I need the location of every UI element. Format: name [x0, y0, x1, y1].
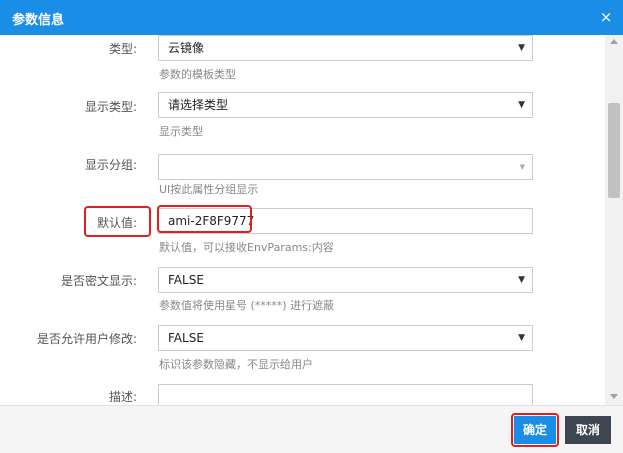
dialog-titlebar: 参数信息 ×	[0, 0, 623, 35]
highlight-box-label	[84, 206, 151, 237]
type-select[interactable]: 云镜像 ▼	[158, 35, 533, 61]
description-label: 描述:	[108, 390, 137, 404]
dialog-footer: 确定 取消	[0, 405, 623, 453]
display-type-hint: 显示类型	[159, 125, 203, 138]
scrollbar-thumb[interactable]	[608, 103, 620, 198]
close-icon[interactable]: ×	[595, 6, 617, 28]
form-content: 类型: 云镜像 ▼ 参数的模板类型 显示类型: 请选择类型 ▼ 显示类型 显示分…	[0, 35, 623, 405]
display-group-label: 显示分组:	[84, 158, 137, 172]
display-type-select[interactable]: 请选择类型 ▼	[158, 92, 533, 118]
display-group-hint: UI按此属性分组显示	[159, 183, 259, 196]
display-type-select-value: 请选择类型	[168, 98, 229, 112]
highlight-box-input	[157, 205, 252, 233]
confirm-button[interactable]: 确定	[514, 416, 556, 444]
allow-user-edit-label: 是否允许用户修改:	[36, 332, 137, 346]
chevron-down-icon: ▼	[518, 100, 525, 110]
type-hint: 参数的模板类型	[159, 68, 236, 81]
chevron-down-icon: ▼	[518, 43, 525, 53]
type-label: 类型:	[108, 42, 137, 56]
chevron-down-icon: ▼	[518, 275, 525, 285]
scrollbar[interactable]	[605, 35, 623, 405]
chevron-down-icon: ▼	[518, 333, 525, 343]
scroll-up-arrow-icon[interactable]	[610, 39, 618, 44]
default-value-hint: 默认值，可以接收EnvParams:内容	[159, 241, 334, 254]
chevron-down-icon: ▼	[519, 163, 525, 171]
allow-user-edit-select-value: FALSE	[168, 331, 204, 345]
cipher-display-label: 是否密文显示:	[60, 274, 137, 288]
cipher-display-select-value: FALSE	[168, 273, 204, 287]
description-textarea[interactable]	[158, 384, 533, 405]
allow-user-edit-hint: 标识该参数隐藏，不显示给用户	[159, 358, 313, 371]
display-group-select[interactable]: ▼	[158, 154, 533, 180]
type-select-value: 云镜像	[168, 41, 205, 55]
dialog-title: 参数信息	[12, 13, 65, 28]
allow-user-edit-select[interactable]: FALSE ▼	[158, 325, 533, 351]
scroll-down-arrow-icon[interactable]	[610, 394, 618, 399]
cancel-button[interactable]: 取消	[565, 416, 611, 444]
display-type-label: 显示类型:	[84, 100, 137, 114]
cipher-display-hint: 参数值将使用星号 (*****) 进行遮蔽	[159, 299, 335, 312]
cipher-display-select[interactable]: FALSE ▼	[158, 267, 533, 293]
